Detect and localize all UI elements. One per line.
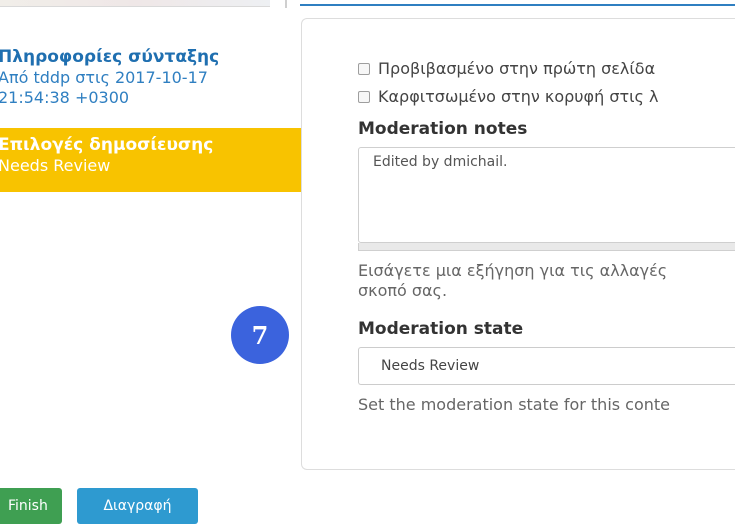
textarea-resize-grip[interactable] <box>358 243 735 251</box>
vertical-tab-title: Πληροφορίες σύνταξης <box>0 47 220 67</box>
vertical-tabs: Πληροφορίες σύνταξης Από tddp στις 2017-… <box>0 40 301 192</box>
vertical-tab-publishing-options[interactable]: Επιλογές δημοσίευσης Needs Review <box>0 128 301 192</box>
vertical-tab-summary: Needs Review <box>0 156 111 175</box>
moderation-notes-textarea[interactable]: Edited by dmichail. <box>358 147 735 243</box>
moderation-state-help: Set the moderation state for this conte <box>358 395 671 414</box>
top-strip <box>0 0 735 8</box>
publishing-options-panel: Προβιβασμένο στην πρώτη σελίδα Καρφιτσωμ… <box>301 18 735 470</box>
sticky-checkbox-label: Καρφιτσωμένο στην κορυφή στις λ <box>378 87 659 106</box>
top-content-border <box>300 0 735 6</box>
sticky-checkbox[interactable] <box>358 90 370 103</box>
promote-checkbox-label: Προβιβασμένο στην πρώτη σελίδα <box>378 59 656 78</box>
vertical-tab-summary: Από tddp στις 2017-10-17 21:54:38 +0300 <box>0 68 208 107</box>
moderation-notes-description: Εισάγετε μια εξήγηση για τις αλλαγές σκο… <box>358 261 668 300</box>
promote-checkbox-row[interactable]: Προβιβασμένο στην πρώτη σελίδα <box>358 59 655 78</box>
vertical-tab-title: Επιλογές δημοσίευσης <box>0 135 214 155</box>
delete-button[interactable]: Διαγραφή <box>77 488 198 524</box>
step-number-badge: 7 <box>231 306 289 364</box>
promote-checkbox[interactable] <box>358 62 370 75</box>
vertical-tab-authoring-information[interactable]: Πληροφορίες σύνταξης Από tddp στις 2017-… <box>0 40 301 124</box>
moderation-state-label: Moderation state <box>358 319 524 339</box>
finish-button[interactable]: Finish <box>0 488 62 524</box>
top-divider <box>285 0 287 8</box>
sticky-checkbox-row[interactable]: Καρφιτσωμένο στην κορυφή στις λ <box>358 87 658 106</box>
moderation-state-select[interactable]: Needs Review <box>358 347 735 385</box>
top-preview-strip <box>0 0 270 7</box>
moderation-notes-label: Moderation notes <box>358 119 528 139</box>
